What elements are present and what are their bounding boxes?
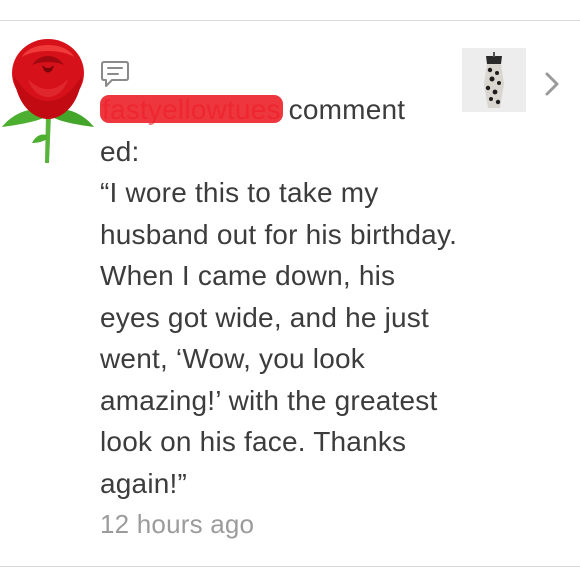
- comment-action-text-part2: ed:: [100, 135, 140, 167]
- timestamp: 12 hours ago: [100, 509, 255, 539]
- username-link[interactable]: fastyellowtues: [100, 89, 283, 131]
- comment-notification[interactable]: fastyellowtues comment ed: “I wore this t…: [0, 21, 580, 566]
- chevron-right-icon[interactable]: [541, 69, 563, 99]
- comment-header-line: fastyellowtues comment: [100, 89, 460, 131]
- comment-action-text-part1: comment: [288, 94, 406, 125]
- comment-body: fastyellowtues comment ed: “I wore this t…: [100, 89, 460, 546]
- bottom-divider: [0, 566, 580, 567]
- comment-quote: “I wore this to take my husband out for …: [100, 177, 458, 499]
- product-thumbnail[interactable]: [462, 48, 526, 112]
- comment-icon: [100, 59, 130, 89]
- rose-avatar-icon[interactable]: [2, 35, 94, 163]
